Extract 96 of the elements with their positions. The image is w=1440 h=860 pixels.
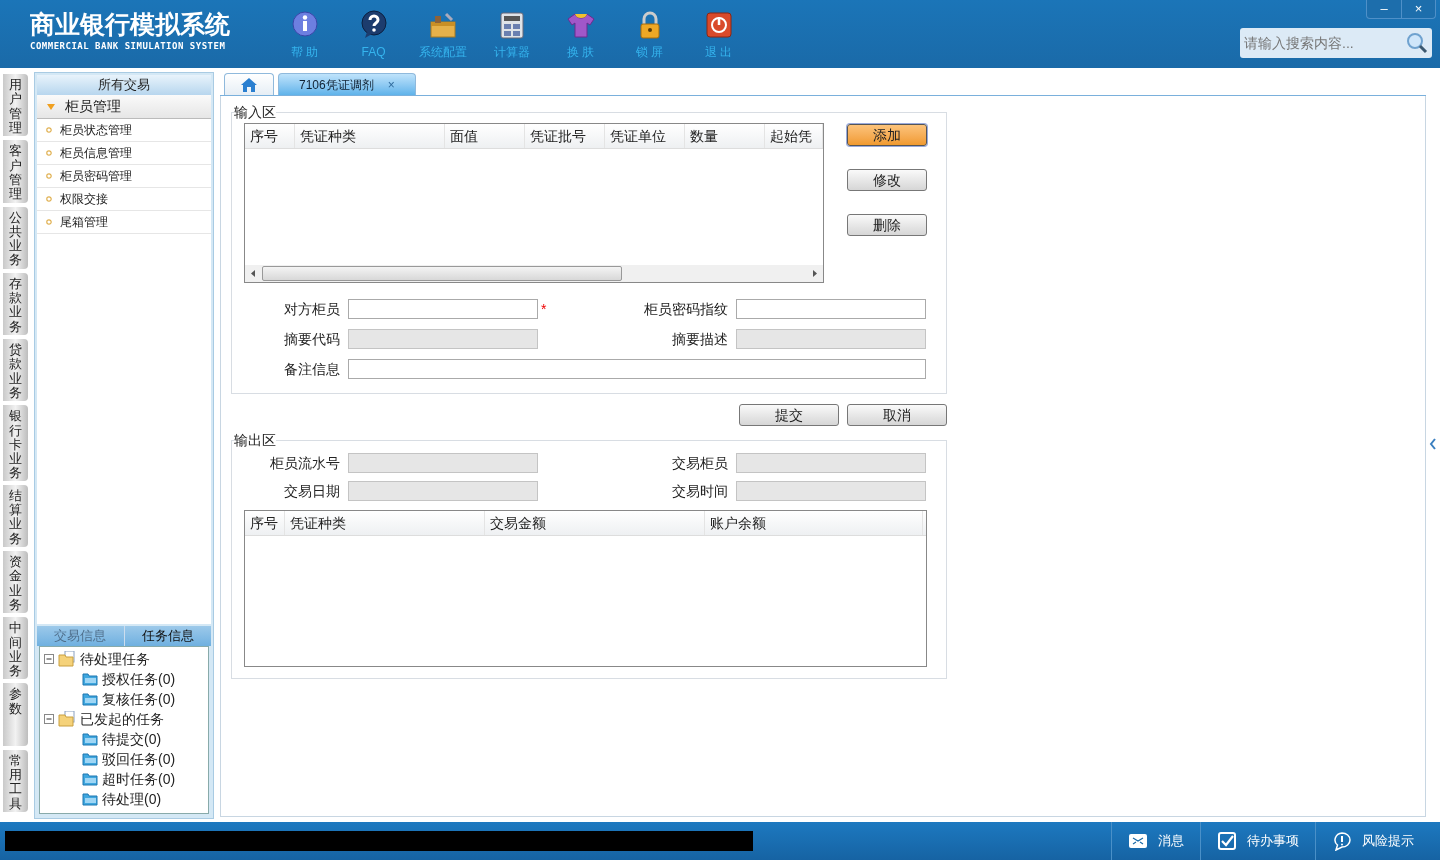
- input-field[interactable]: [348, 359, 926, 379]
- folder-icon: [82, 672, 98, 686]
- bullet-icon: [46, 219, 52, 225]
- tree-item[interactable]: 超时任务(0): [102, 768, 176, 790]
- status-button[interactable]: 待办事项: [1200, 822, 1315, 860]
- side-tab[interactable]: 资金业务: [3, 551, 28, 614]
- tree-item[interactable]: 待处理(0): [102, 788, 162, 810]
- app-title: 商业银行模拟系统: [30, 10, 231, 40]
- field-label: 柜员密码指纹: [643, 300, 728, 319]
- horizontal-scrollbar[interactable]: [245, 265, 823, 282]
- folder-icon: [82, 772, 98, 786]
- checkbox-icon: [1217, 831, 1237, 851]
- column-header: 凭证单位: [605, 124, 685, 148]
- search-field[interactable]: 请输入搜索内容...: [1240, 28, 1432, 58]
- menu-item[interactable]: 柜员密码管理: [37, 165, 211, 188]
- bullet-icon: [46, 127, 52, 133]
- home-tab[interactable]: [224, 73, 274, 95]
- side-tab[interactable]: 银行卡业务: [3, 405, 28, 481]
- tshirt-icon[interactable]: [565, 10, 596, 40]
- required-mark: *: [541, 301, 547, 317]
- field-label: 摘要代码: [283, 330, 340, 349]
- column-header: 凭证种类: [295, 124, 445, 148]
- side-tab[interactable]: 参数: [3, 683, 28, 746]
- field-label: 备注信息: [283, 360, 340, 379]
- app-subtitle: COMMERCIAL BANK SIMULATION SYSTEM: [30, 40, 227, 53]
- window-control-button[interactable]: –: [1367, 0, 1401, 18]
- search-input[interactable]: 请输入搜索内容...: [1244, 32, 1405, 54]
- side-tab[interactable]: 结算业务: [3, 484, 28, 547]
- tree-item[interactable]: 待处理任务: [80, 648, 150, 670]
- collapse-toggle-icon[interactable]: [44, 714, 54, 724]
- action-button[interactable]: 添加: [847, 124, 927, 146]
- tree-item[interactable]: 驳回任务(0): [102, 748, 176, 770]
- action-button[interactable]: 修改: [847, 169, 927, 191]
- scroll-thumb[interactable]: [262, 266, 622, 281]
- column-header: 凭证种类: [285, 511, 485, 535]
- toolbox-icon[interactable]: [427, 10, 458, 40]
- open-folder-icon: [58, 651, 76, 667]
- side-tab[interactable]: 用户管理: [3, 74, 28, 137]
- side-tab[interactable]: 存款业务: [3, 272, 28, 335]
- help-icon[interactable]: [358, 10, 389, 40]
- power-icon[interactable]: [703, 10, 734, 40]
- home-icon: [241, 77, 257, 92]
- column-header: 账户余额: [705, 511, 923, 535]
- info-icon[interactable]: [289, 10, 320, 40]
- input-field[interactable]: [348, 299, 538, 319]
- folder-icon: [82, 752, 98, 766]
- column-header: 数量: [685, 124, 765, 148]
- bullet-icon: [46, 196, 52, 202]
- column-header: 交易金额: [485, 511, 705, 535]
- folder-icon: [82, 692, 98, 706]
- menu-item[interactable]: 柜员状态管理: [37, 119, 211, 142]
- status-button[interactable]: 消息: [1111, 822, 1200, 860]
- field-label: 柜员流水号: [269, 454, 340, 473]
- tree-item[interactable]: 待提交(0): [102, 728, 162, 750]
- window-control-button[interactable]: ×: [1401, 0, 1435, 18]
- side-tab[interactable]: 常用工具: [3, 749, 28, 812]
- search-icon[interactable]: [1405, 31, 1429, 55]
- folder-icon: [82, 732, 98, 746]
- envelope-icon: [1128, 831, 1148, 851]
- collapse-toggle-icon[interactable]: [44, 654, 54, 664]
- section-title: 输入区: [234, 103, 276, 122]
- field-label: 交易时间: [671, 482, 728, 501]
- side-tab[interactable]: 贷款业务: [3, 339, 28, 402]
- status-button[interactable]: 风险提示: [1315, 822, 1430, 860]
- field-label: 交易日期: [283, 482, 340, 501]
- column-header: 序号: [245, 511, 285, 535]
- tree-item[interactable]: 授权任务(0): [102, 668, 176, 690]
- sidebar-header: 所有交易: [37, 75, 211, 95]
- field-label: 对方柜员: [283, 300, 340, 319]
- action-button[interactable]: 取消: [847, 404, 947, 426]
- bullet-icon: [46, 173, 52, 179]
- tree-item[interactable]: 复核任务(0): [102, 688, 176, 710]
- field-label: 摘要描述: [671, 330, 728, 349]
- folder-icon: [82, 792, 98, 806]
- bullet-icon: [46, 150, 52, 156]
- open-folder-icon: [58, 711, 76, 727]
- speech-bubble-icon: [1332, 831, 1352, 851]
- column-header: 凭证批号: [525, 124, 605, 148]
- tree-item[interactable]: 已发起的任务: [80, 708, 164, 730]
- side-tab[interactable]: 客户管理: [3, 140, 28, 203]
- input-field[interactable]: [736, 299, 926, 319]
- side-tab[interactable]: 中间业务: [3, 617, 28, 680]
- column-header: 起始凭: [765, 124, 823, 148]
- column-header: 序号: [245, 124, 295, 148]
- menu-item[interactable]: 权限交接: [37, 188, 211, 211]
- menu-item[interactable]: 尾箱管理: [37, 211, 211, 234]
- menu-item[interactable]: 柜员信息管理: [37, 142, 211, 165]
- action-button[interactable]: 删除: [847, 214, 927, 236]
- page-tab[interactable]: 7106凭证调剂 ×: [278, 73, 416, 95]
- side-tab[interactable]: 公共业务: [3, 206, 28, 269]
- tab-close-button[interactable]: ×: [387, 75, 395, 94]
- column-header: 面值: [445, 124, 525, 148]
- menu-group[interactable]: 柜员管理: [37, 95, 211, 119]
- field-label: 交易柜员: [671, 454, 728, 473]
- action-button[interactable]: 提交: [739, 404, 839, 426]
- section-title: 输出区: [234, 431, 276, 450]
